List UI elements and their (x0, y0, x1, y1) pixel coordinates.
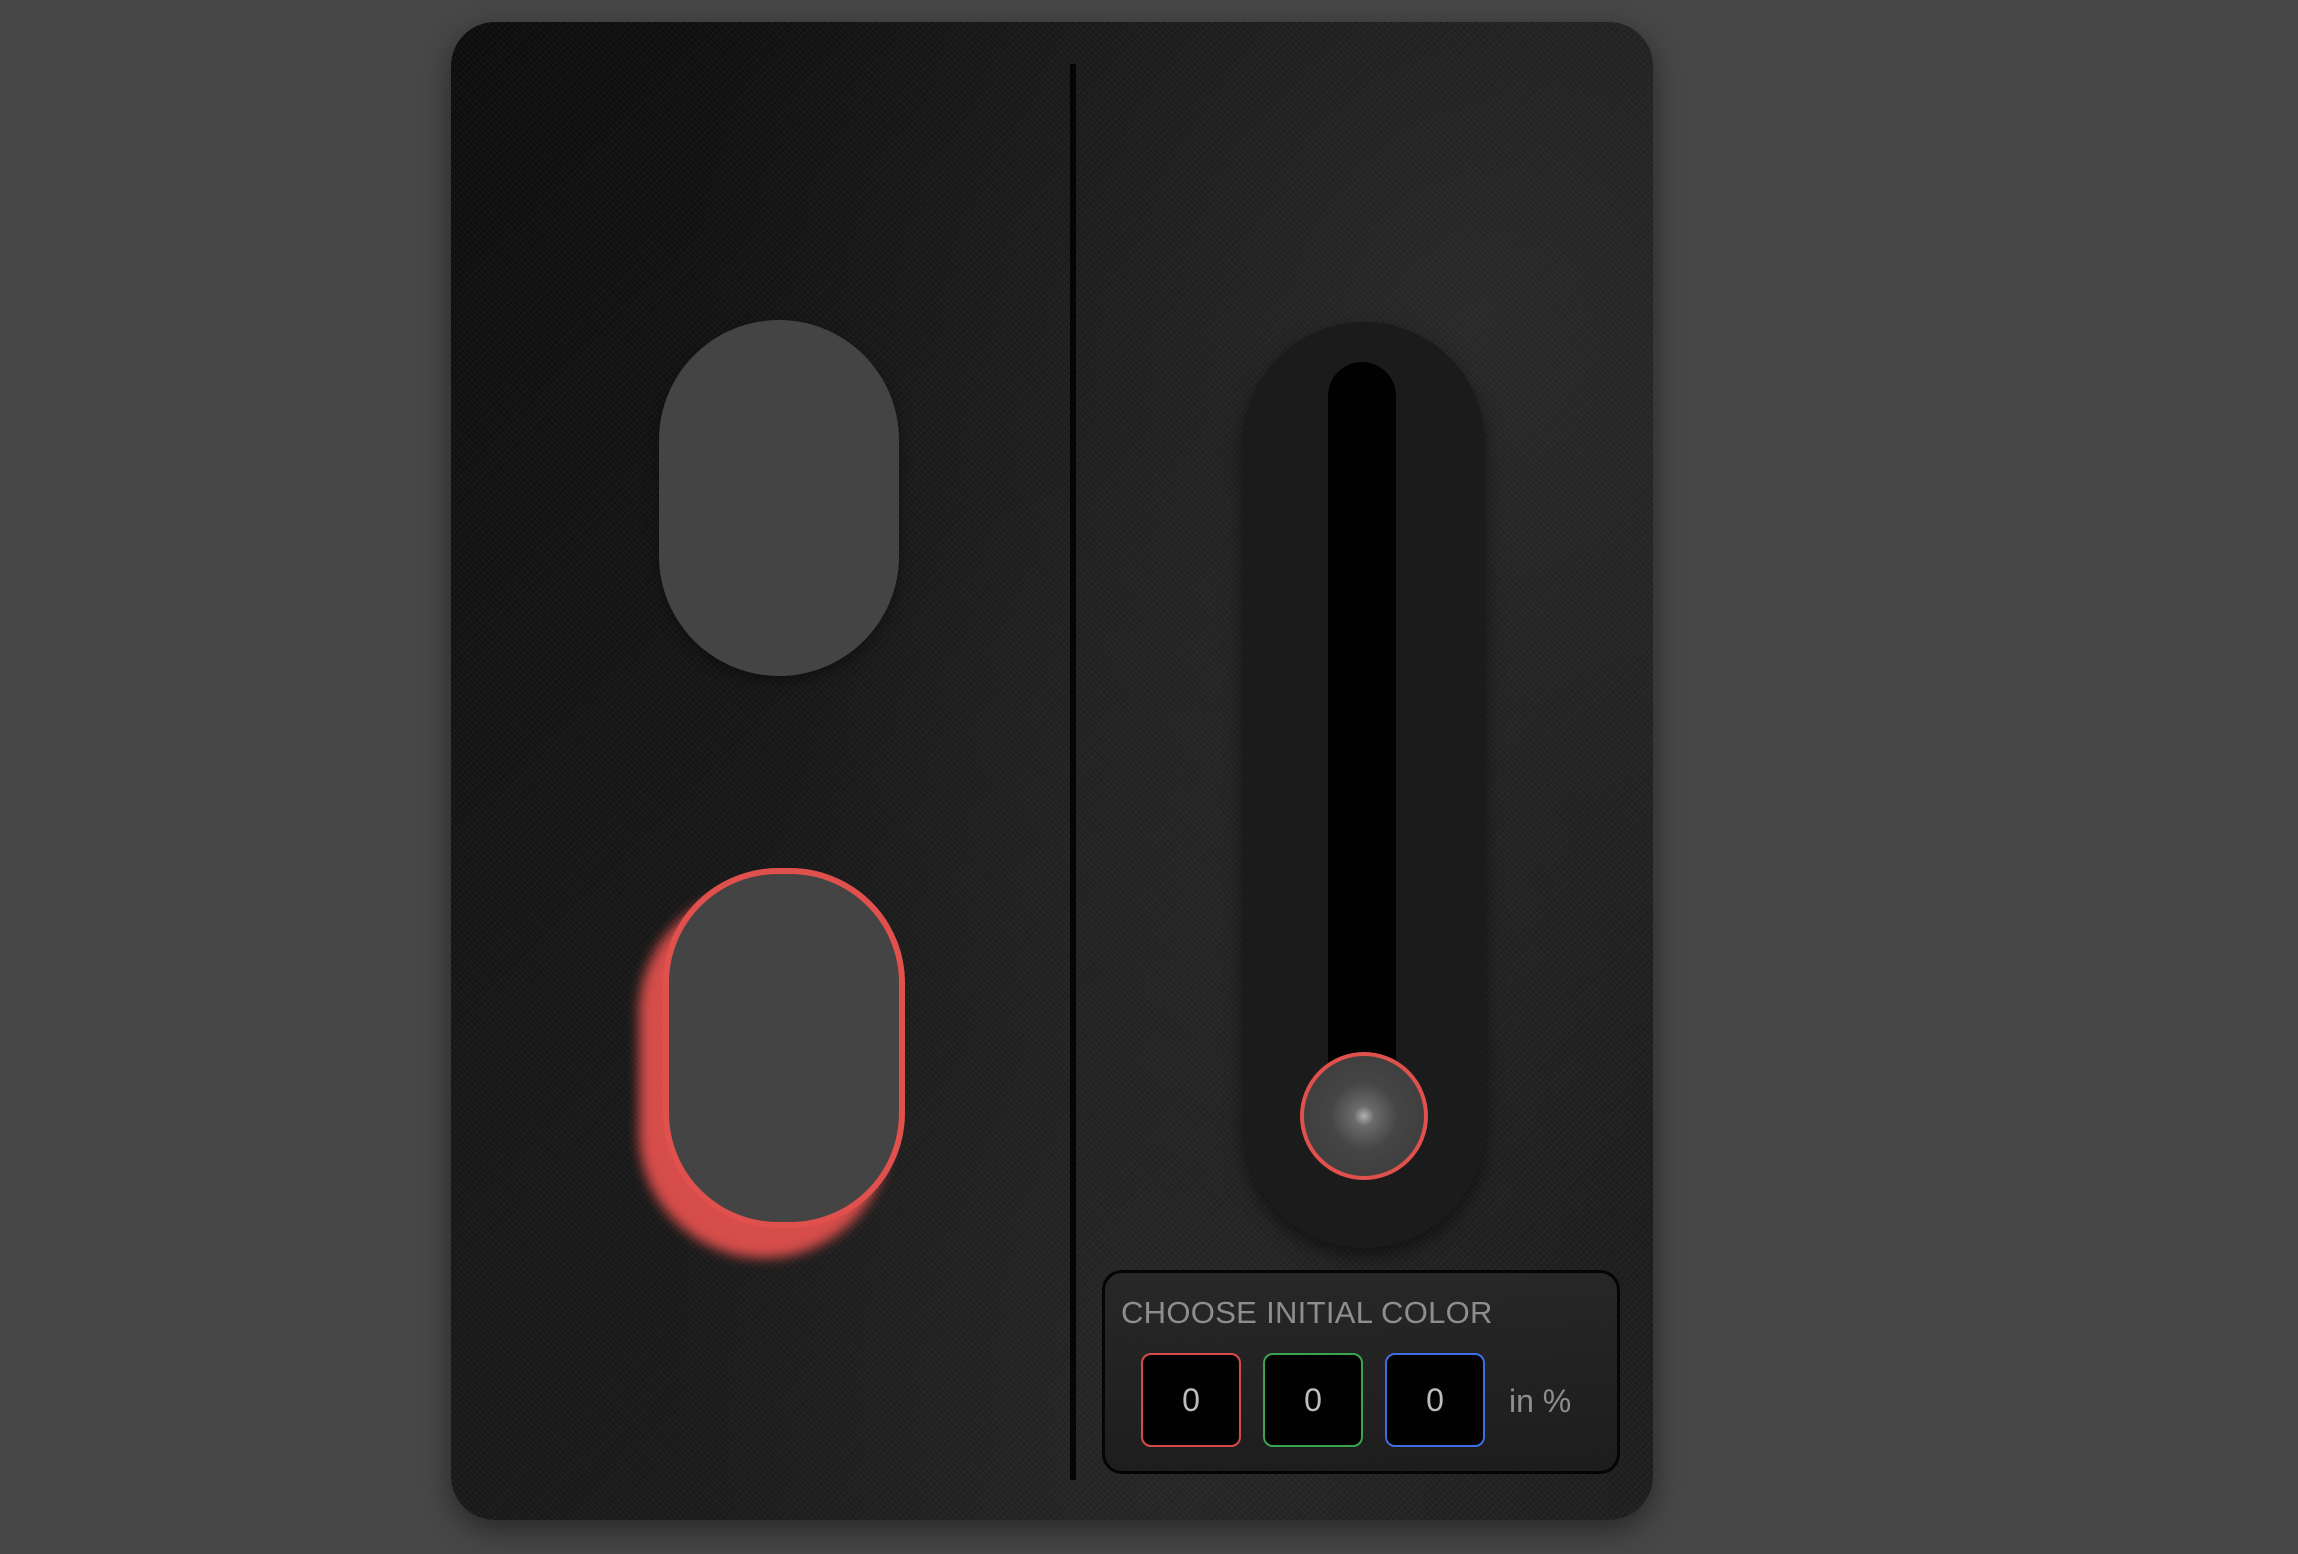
blue-value-input[interactable]: 0 (1385, 1353, 1485, 1447)
vertical-slider-track[interactable] (1328, 362, 1396, 1122)
initial-color-picker: CHOOSE INITIAL COLOR 0 0 0 in % (1102, 1270, 1620, 1474)
toggle-switch-top[interactable] (659, 320, 899, 676)
panel-divider (1070, 64, 1076, 1480)
red-value-input[interactable]: 0 (1141, 1353, 1241, 1447)
toggle-switch-bottom[interactable] (663, 868, 905, 1228)
unit-label: in % (1509, 1383, 1572, 1419)
control-panel: CHOOSE INITIAL COLOR 0 0 0 in % (451, 22, 1653, 1520)
green-value-input[interactable]: 0 (1263, 1353, 1363, 1447)
color-picker-title: CHOOSE INITIAL COLOR (1121, 1295, 1493, 1330)
slider-thumb-handle[interactable] (1300, 1052, 1428, 1180)
